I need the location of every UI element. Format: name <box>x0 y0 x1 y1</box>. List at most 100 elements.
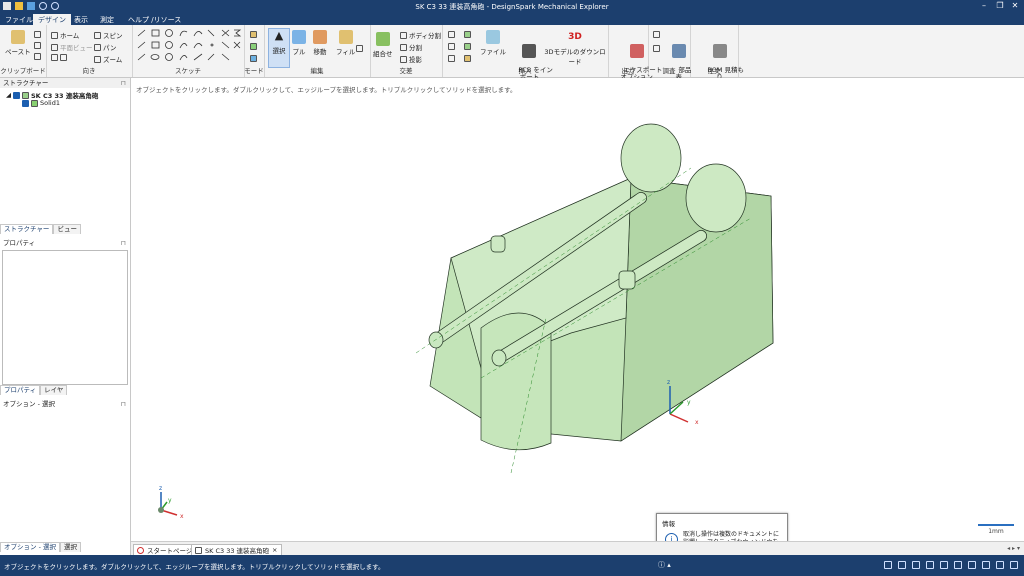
zoom-status-icon[interactable] <box>968 561 976 569</box>
blend-icon[interactable] <box>356 45 363 52</box>
box-icon[interactable] <box>464 55 471 62</box>
group-label-mode: モード <box>244 67 264 75</box>
view-axis-x-label: x <box>180 513 184 520</box>
sketch-mode-icon[interactable] <box>250 31 257 38</box>
insert-file-button[interactable]: ファイル <box>480 30 506 56</box>
move-button[interactable]: 移動 <box>313 30 327 56</box>
select-arrow-icon: ▲ <box>274 29 284 42</box>
split-button[interactable]: 分割 <box>400 42 422 52</box>
select-button[interactable]: ▲ 選択 <box>268 28 290 68</box>
group-label-order: 注文 <box>707 67 721 75</box>
rotate-icon[interactable] <box>954 561 962 569</box>
tree-child-label: Solid1 <box>40 99 60 107</box>
3d-model-download-button[interactable]: 3D 3Dモデルのダウンロード <box>542 30 608 66</box>
paste-button[interactable]: ペースト <box>5 30 31 56</box>
view-axis-y-label: y <box>168 497 172 504</box>
options-title: オプション - 選択 <box>3 400 55 408</box>
pin-icon[interactable]: ⊓ <box>121 78 126 88</box>
box-select-icon[interactable] <box>912 561 920 569</box>
sphere-icon[interactable] <box>464 43 471 50</box>
axis-icon[interactable] <box>448 43 455 50</box>
combine-button[interactable]: 組合せ <box>373 32 393 58</box>
snap-icon[interactable] <box>940 561 948 569</box>
ribbon-tabs: ファイル デザイン 表示 測定 ヘルプ /リソース <box>0 13 1024 26</box>
plane-view-button[interactable]: 平面ビュー <box>51 42 93 52</box>
copy-icon[interactable] <box>34 42 41 49</box>
tab-properties[interactable]: プロパティ <box>0 385 41 395</box>
paste-icon <box>10 30 25 44</box>
document-tab-label: SK C3 33 連装高角砲 <box>205 547 270 555</box>
properties-title: プロパティ <box>3 239 36 247</box>
mass-icon[interactable] <box>653 45 660 52</box>
plane-icon[interactable] <box>448 31 455 38</box>
pan-status-icon[interactable] <box>898 561 906 569</box>
cross-icon <box>221 29 230 37</box>
expand-icon[interactable]: ◢ <box>6 91 11 99</box>
checkbox-icon[interactable] <box>13 91 20 99</box>
tree-item-solid[interactable]: Solid1 <box>22 99 60 107</box>
group-investigate: 部品 表 調査 <box>648 25 691 81</box>
fill-icon <box>338 30 353 44</box>
spin-status-icon[interactable] <box>884 561 892 569</box>
status-bar: オブジェクトをクリックします。ダブルクリックして、エッジループを選択します。トリ… <box>0 555 1024 576</box>
display-mode-icon[interactable] <box>1010 561 1018 569</box>
pan-button[interactable]: パン <box>94 42 116 52</box>
tab-structure[interactable]: ストラクチャー <box>0 224 54 234</box>
view-cube-icon[interactable] <box>996 561 1004 569</box>
tab-file[interactable]: ファイル <box>5 15 33 25</box>
sketch-tools[interactable] <box>132 28 244 68</box>
left-cap <box>490 235 506 253</box>
tab-options-select[interactable]: オプション - 選択 <box>0 542 60 552</box>
split-body-button[interactable]: ボディ分割 <box>400 30 441 40</box>
origin-icon[interactable] <box>448 55 455 62</box>
3d-mode-icon[interactable] <box>250 55 257 62</box>
pull-button[interactable]: プル <box>292 30 306 56</box>
start-page-label: スタートページ <box>147 547 193 555</box>
cylinder-icon[interactable] <box>464 31 471 38</box>
split-body-label: ボディ分割 <box>409 32 442 40</box>
ellipse-icon <box>150 54 160 60</box>
cut-icon[interactable] <box>34 31 41 38</box>
tab-views[interactable]: ビュー <box>53 224 81 234</box>
3d-model-icon: 3D <box>568 32 582 42</box>
structure-header: ストラクチャー ⊓ <box>0 78 130 88</box>
split-line-icon <box>221 53 230 61</box>
status-toolbar <box>884 561 1018 569</box>
ribbon: ペースト クリップボード ホーム 平面ビュー スピン パン ズーム 向き スケッ… <box>0 25 1024 81</box>
3d-model-view[interactable]: x y z x y z <box>131 78 1024 541</box>
status-info-icon[interactable]: ⓘ ▴ <box>658 560 671 570</box>
minimize-button[interactable]: – <box>978 1 990 10</box>
tab-measure[interactable]: 測定 <box>100 15 114 25</box>
zoom-button[interactable]: ズーム <box>94 54 122 64</box>
spin-icon <box>94 31 101 39</box>
tab-layers[interactable]: レイヤ <box>40 385 68 395</box>
design-viewport[interactable]: オブジェクトをクリックします。ダブルクリックして、エッジループを選択します。トリ… <box>131 78 1024 541</box>
tab-help-resources[interactable]: ヘルプ /リソース <box>128 15 181 25</box>
polygon-icon <box>165 53 173 61</box>
pencil-icon <box>193 53 203 61</box>
spin-button[interactable]: スピン <box>94 30 123 40</box>
move-icon <box>313 30 327 44</box>
home-button[interactable]: ホーム <box>51 30 79 40</box>
fill-button[interactable]: フィル <box>336 30 355 56</box>
close-tab-button[interactable]: × <box>272 546 277 554</box>
structure-title: ストラクチャー <box>3 79 49 87</box>
tab-scroll-icon[interactable]: ◂ ▸ ▾ <box>1007 545 1020 552</box>
measure-icon[interactable] <box>653 31 660 38</box>
checkbox-icon[interactable] <box>22 99 29 107</box>
pin-icon[interactable]: ⊓ <box>121 399 126 409</box>
fit-icon[interactable] <box>982 561 990 569</box>
group-insert: ファイル PCB をイン ポート 3D 3Dモデルのダウンロード 挿入 <box>442 25 609 81</box>
format-icon[interactable] <box>34 53 41 60</box>
section-mode-icon[interactable] <box>250 43 257 50</box>
tab-view[interactable]: 表示 <box>74 15 88 25</box>
view-axis-z-label: z <box>159 485 162 492</box>
close-button[interactable]: ✕ <box>1009 1 1021 10</box>
selection-filter-icon[interactable] <box>926 561 934 569</box>
view-tools[interactable] <box>51 54 67 61</box>
project-button[interactable]: 投影 <box>400 54 422 64</box>
pin-icon[interactable]: ⊓ <box>121 238 126 248</box>
restore-button[interactable]: ❐ <box>994 1 1006 10</box>
tab-select[interactable]: 選択 <box>59 542 81 552</box>
group-label-investigate: 調査 <box>662 67 676 75</box>
